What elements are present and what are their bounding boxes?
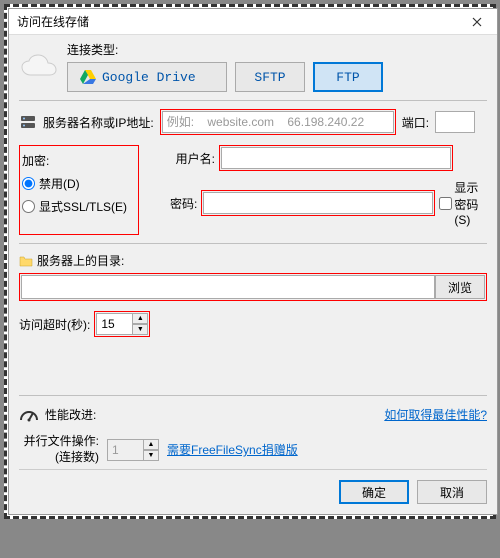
ssl-label: 显式SSL/TLS(E) bbox=[39, 198, 127, 215]
parallel-input bbox=[107, 439, 143, 461]
password-label: 密码: bbox=[169, 195, 197, 212]
ftp-label: FTP bbox=[336, 70, 359, 85]
server-input[interactable] bbox=[162, 111, 394, 133]
sftp-button[interactable]: SFTP bbox=[235, 62, 305, 92]
encryption-label: 加密: bbox=[22, 152, 130, 169]
browse-button[interactable]: 浏览 bbox=[435, 275, 485, 299]
gdrive-icon bbox=[80, 70, 96, 84]
username-label: 用户名: bbox=[169, 150, 215, 167]
timeout-label: 访问超时(秒): bbox=[19, 316, 90, 333]
show-pw-box[interactable] bbox=[439, 197, 452, 210]
close-button[interactable] bbox=[457, 9, 497, 35]
connection-type-label: 连接类型: bbox=[67, 41, 383, 58]
ok-button[interactable]: 确定 bbox=[339, 480, 409, 504]
radio-ssl[interactable] bbox=[22, 200, 35, 213]
show-pw-label: 显示密码(S) bbox=[454, 179, 488, 227]
username-input[interactable] bbox=[221, 147, 451, 169]
gauge-icon bbox=[19, 404, 39, 424]
parallel-up-button[interactable]: ▲ bbox=[143, 439, 159, 450]
best-performance-link[interactable]: 如何取得最佳性能? bbox=[384, 406, 487, 423]
password-input[interactable] bbox=[203, 192, 433, 214]
timeout-down-button[interactable]: ▼ bbox=[132, 324, 148, 335]
encryption-disable-radio[interactable]: 禁用(D) bbox=[22, 175, 130, 192]
folder-icon bbox=[19, 255, 33, 267]
parallel-label: 并行文件操作: (连接数) bbox=[19, 434, 99, 465]
dialog-window: 访问在线存储 连接类型: Google Drive SFTP bbox=[8, 8, 498, 515]
parallel-down-button[interactable]: ▼ bbox=[143, 450, 159, 461]
disable-label: 禁用(D) bbox=[39, 175, 80, 192]
port-label: 端口: bbox=[402, 114, 429, 131]
close-icon bbox=[472, 17, 482, 27]
timeout-up-button[interactable]: ▲ bbox=[132, 313, 148, 324]
directory-input[interactable] bbox=[21, 275, 435, 299]
server-icon bbox=[19, 113, 37, 131]
directory-label: 服务器上的目录: bbox=[37, 252, 124, 269]
port-input[interactable] bbox=[435, 111, 475, 133]
cancel-button[interactable]: 取消 bbox=[417, 480, 487, 504]
google-drive-button[interactable]: Google Drive bbox=[67, 62, 227, 92]
ftp-button[interactable]: FTP bbox=[313, 62, 383, 92]
radio-disable[interactable] bbox=[22, 177, 35, 190]
show-password-checkbox[interactable]: 显示密码(S) bbox=[439, 179, 488, 227]
server-label: 服务器名称或IP地址: bbox=[43, 114, 154, 131]
performance-label: 性能改进: bbox=[45, 406, 96, 423]
titlebar: 访问在线存储 bbox=[9, 9, 497, 35]
donate-link[interactable]: 需要FreeFileSync捐赠版 bbox=[167, 441, 298, 458]
window-title: 访问在线存储 bbox=[17, 13, 89, 30]
cloud-icon bbox=[19, 53, 59, 81]
encryption-ssl-radio[interactable]: 显式SSL/TLS(E) bbox=[22, 198, 130, 215]
sftp-label: SFTP bbox=[254, 70, 285, 85]
timeout-input[interactable] bbox=[96, 313, 132, 335]
gdrive-label: Google Drive bbox=[102, 70, 196, 85]
